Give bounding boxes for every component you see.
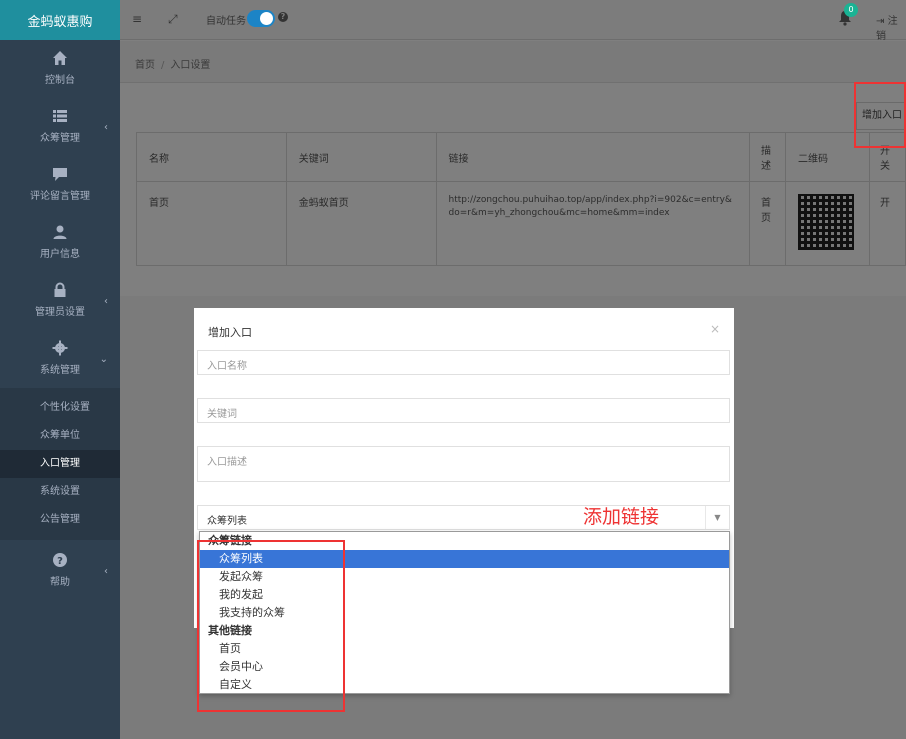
topbar: ≡ ⤢ 自动任务 ? 0 ⇥ 注销 — [120, 0, 906, 42]
desc-link[interactable]: 首页 — [761, 198, 771, 224]
toggle-knob — [260, 12, 273, 25]
svg-text:?: ? — [57, 556, 63, 567]
notification-badge: 0 — [844, 3, 858, 17]
cell-link: http://zongchou.puhuihao.top/app/index.p… — [435, 181, 750, 266]
breadcrumb-current: 入口设置 — [170, 60, 211, 71]
sidebar-item-label: 管理员设置 — [35, 307, 85, 318]
table-header-row: 名称 关键词 链接 描述 二维码 开关 — [136, 132, 906, 182]
chevron-left-icon: ‹ — [104, 296, 108, 307]
chevron-left-icon: ‹ — [104, 122, 108, 133]
breadcrumb-separator: / — [161, 60, 165, 71]
close-icon[interactable]: × — [710, 322, 720, 336]
logout-icon: ⇥ — [876, 16, 885, 27]
auto-task-label: 自动任务 — [206, 16, 246, 27]
cell-qrcode — [784, 181, 870, 266]
menu-toggle-icon[interactable]: ≡ — [132, 12, 142, 26]
sidebar-subitem-personalize[interactable]: 个性化设置 — [0, 394, 120, 422]
help-icon[interactable]: ? — [278, 12, 288, 22]
entry-link[interactable]: http://zongchou.puhuihao.top/app/index.p… — [449, 194, 737, 220]
user-icon — [53, 225, 67, 239]
sidebar-subitem-notices[interactable]: 公告管理 — [0, 506, 120, 534]
entry-name-input[interactable]: 入口名称 — [197, 350, 730, 375]
column-header: 名称 — [136, 132, 287, 182]
keyword-input[interactable]: 关键词 — [197, 398, 730, 423]
list-icon — [53, 110, 67, 122]
sidebar-item-system[interactable]: 系统管理 ⌄ — [0, 330, 120, 388]
qrcode-image — [797, 194, 854, 250]
fullscreen-icon[interactable]: ⤢ — [168, 12, 178, 27]
sidebar-item-label: 系统管理 — [40, 365, 80, 376]
chevron-down-icon: ⌄ — [99, 354, 108, 365]
table-row: 首页 金蚂蚁首页 http://zongchou.puhuihao.top/ap… — [136, 181, 906, 266]
sidebar-item-label: 控制台 — [45, 75, 75, 86]
highlight-box — [854, 82, 906, 148]
column-header: 描述 — [748, 132, 786, 182]
breadcrumb-home[interactable]: 首页 — [135, 60, 155, 71]
brand-logo[interactable]: 金蚂蚁惠购 — [0, 0, 120, 40]
link-select-value: 众筹列表 — [207, 516, 247, 527]
logout-link[interactable]: ⇥ 注销 — [876, 12, 906, 42]
highlight-box — [197, 540, 345, 712]
sidebar-subitem-settings[interactable]: 系统设置 — [0, 478, 120, 506]
cell-name: 首页 — [136, 181, 287, 266]
comment-icon — [53, 168, 67, 181]
description-textarea[interactable]: 入口描述 — [197, 446, 730, 482]
sidebar-subitem-entries[interactable]: 入口管理 — [0, 450, 120, 478]
sidebar-item-label: 众筹管理 — [40, 133, 80, 144]
sidebar-item-crowdfunding[interactable]: 众筹管理 ‹ — [0, 98, 120, 156]
lock-icon — [54, 282, 66, 297]
sidebar-item-help[interactable]: ? 帮助 ‹ — [0, 542, 120, 600]
modal-title: 增加入口 — [208, 326, 252, 339]
question-circle-icon: ? — [53, 553, 67, 567]
caret-down-icon: ▼ — [705, 506, 729, 529]
sidebar-item-label: 帮助 — [50, 577, 70, 588]
annotation-label: 添加链接 — [583, 506, 660, 528]
sidebar-item-admins[interactable]: 管理员设置 ‹ — [0, 272, 120, 330]
cell-desc: 首页 — [748, 181, 786, 266]
breadcrumb: 首页 / 入口设置 — [120, 41, 906, 83]
gear-icon — [52, 340, 68, 356]
chevron-left-icon: ‹ — [104, 566, 108, 577]
sidebar-item-label: 用户信息 — [40, 249, 80, 260]
auto-task-toggle[interactable] — [247, 10, 275, 27]
sidebar-item-label: 评论留言管理 — [30, 191, 90, 202]
entries-panel: 增加入口 名称 关键词 链接 描述 二维码 开关 首页 金蚂蚁首页 http:/… — [120, 84, 906, 296]
cell-toggle: 开 — [868, 181, 906, 266]
sidebar-item-comments[interactable]: 评论留言管理 — [0, 156, 120, 214]
entries-table: 名称 关键词 链接 描述 二维码 开关 首页 金蚂蚁首页 http://zong… — [136, 132, 906, 266]
column-header: 链接 — [435, 132, 750, 182]
sidebar-subitem-units[interactable]: 众筹单位 — [0, 422, 120, 450]
sidebar: 金蚂蚁惠购 控制台 众筹管理 ‹ 评论留言管理 用户信息 管理员设置 ‹ 系统管… — [0, 0, 120, 739]
sidebar-item-users[interactable]: 用户信息 — [0, 214, 120, 272]
sidebar-submenu: 个性化设置 众筹单位 入口管理 系统设置 公告管理 — [0, 388, 120, 540]
cell-keyword: 金蚂蚁首页 — [285, 181, 437, 266]
column-header: 关键词 — [285, 132, 437, 182]
toggle-switch-link[interactable]: 开 — [880, 198, 890, 209]
sidebar-item-dashboard[interactable]: 控制台 — [0, 40, 120, 98]
home-icon — [53, 51, 67, 65]
